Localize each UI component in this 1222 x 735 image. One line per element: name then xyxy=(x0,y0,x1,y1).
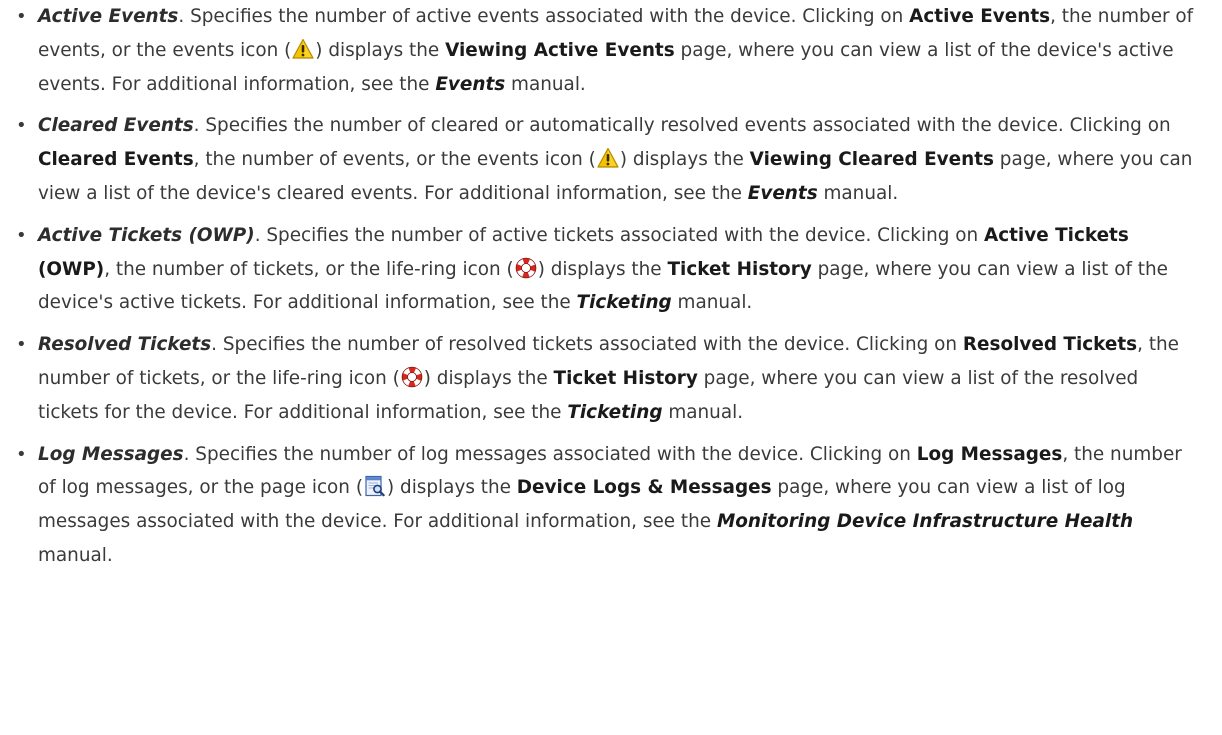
list-item-active-tickets: • Active Tickets (OWP). Specifies the nu… xyxy=(14,219,1198,320)
term-label: Active Events xyxy=(38,6,179,27)
description-text: . Specifies the number of cleared or aut… xyxy=(193,115,1171,137)
list-item-resolved-tickets: • Resolved Tickets. Specifies the number… xyxy=(14,328,1198,429)
description-text: ) displays the xyxy=(423,367,554,389)
ui-reference: Viewing Cleared Events xyxy=(749,149,994,171)
description-text: . Specifies the number of resolved ticke… xyxy=(211,334,963,356)
description-text: manual. xyxy=(671,292,753,314)
ui-reference: Resolved Tickets xyxy=(962,334,1138,356)
description-text: . Specifies the number of active events … xyxy=(178,6,910,27)
description-text: , the number of tickets, or the life-rin… xyxy=(104,258,514,280)
warning-icon xyxy=(597,147,619,169)
warning-icon xyxy=(292,38,314,60)
term-label: Cleared Events xyxy=(38,115,194,137)
manual-reference: Events xyxy=(435,73,506,95)
description-text: manual. xyxy=(662,401,744,423)
term-label: Resolved Tickets xyxy=(38,334,212,356)
description-text: , the number of events, or the events ic… xyxy=(193,149,596,171)
description-text: ) displays the xyxy=(387,477,517,499)
list-item-active-events: • Active Events. Specifies the number of… xyxy=(14,0,1198,101)
life-ring-icon xyxy=(401,366,423,388)
manual-reference: Monitoring Device Infrastructure Health xyxy=(716,511,1134,533)
description-text: . Specifies the number of active tickets… xyxy=(254,224,984,246)
list-item-log-messages: • Log Messages. Specifies the number of … xyxy=(14,438,1198,573)
list-item-cleared-events: • Cleared Events. Specifies the number o… xyxy=(14,109,1198,210)
ui-reference: Cleared Events xyxy=(38,149,194,171)
description-text: ) displays the xyxy=(537,258,668,280)
description-text: manual. xyxy=(38,544,113,566)
ui-reference: Log Messages xyxy=(916,443,1063,465)
manual-reference: Events xyxy=(747,182,818,204)
bullet-dot: • xyxy=(16,224,27,246)
bullet-dot: • xyxy=(16,6,27,27)
ui-reference: Active Events xyxy=(909,6,1051,27)
bullet-dot: • xyxy=(16,115,27,137)
ui-reference: Viewing Active Events xyxy=(445,39,675,61)
ui-reference: Device Logs & Messages xyxy=(516,477,772,499)
bullet-dot: • xyxy=(16,334,27,356)
description-text: . Specifies the number of log messages a… xyxy=(183,443,917,465)
ui-reference: Ticket History xyxy=(667,258,812,280)
ui-reference: Ticket History xyxy=(553,367,698,389)
life-ring-icon xyxy=(515,257,537,279)
field-descriptions-list: • Active Events. Specifies the number of… xyxy=(14,0,1198,573)
page-search-icon xyxy=(364,475,386,497)
manual-reference: Ticketing xyxy=(576,292,672,314)
description-text: manual. xyxy=(817,182,899,204)
description-text: ) displays the xyxy=(315,39,446,61)
description-text: manual. xyxy=(505,73,586,95)
manual-reference: Ticketing xyxy=(567,401,663,423)
document-page: • Active Events. Specifies the number of… xyxy=(0,0,1222,735)
term-label: Log Messages xyxy=(38,443,184,465)
description-text: ) displays the xyxy=(619,149,750,171)
bullet-dot: • xyxy=(16,443,27,465)
term-label: Active Tickets (OWP) xyxy=(38,224,255,246)
